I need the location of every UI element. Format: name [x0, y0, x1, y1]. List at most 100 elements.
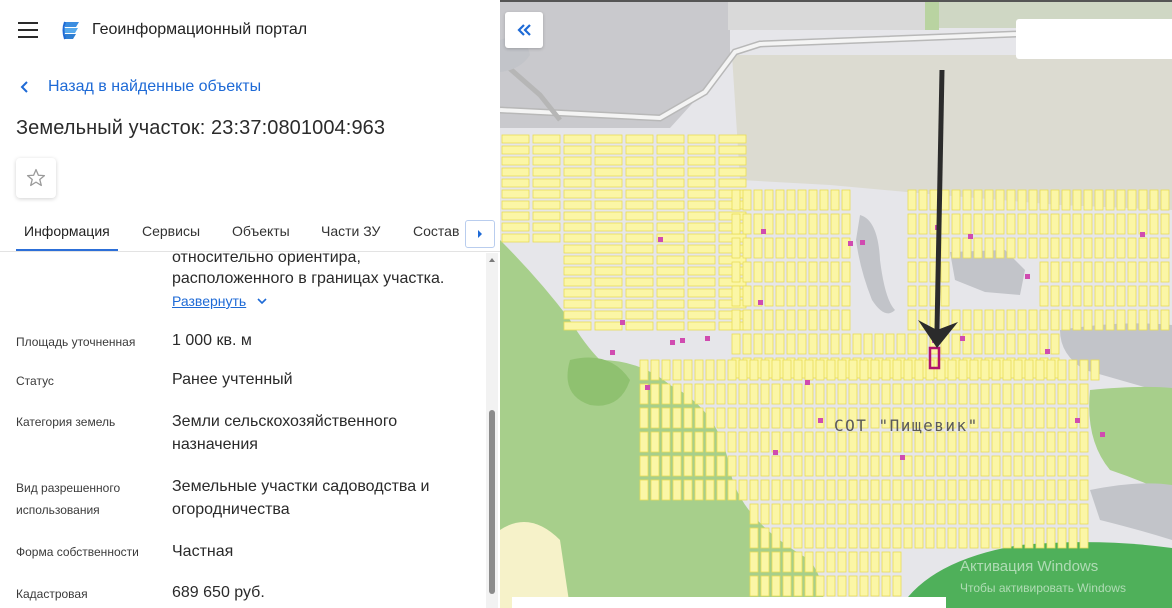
parcel-marker: [680, 338, 685, 343]
parcel: [1039, 309, 1049, 331]
tab-scroll-button[interactable]: [465, 220, 495, 248]
parcel: [962, 237, 972, 259]
parcel: [1105, 261, 1115, 283]
parcel: [742, 213, 752, 235]
parcel: [980, 383, 990, 405]
ownership-value: Частная: [172, 543, 234, 560]
parcel: [1050, 213, 1060, 235]
parcel: [815, 503, 825, 525]
parcel: [947, 527, 957, 549]
tab-information[interactable]: Информация: [24, 223, 110, 239]
parcel: [918, 261, 928, 283]
favorite-button[interactable]: [16, 158, 56, 198]
parcel: [1079, 455, 1089, 477]
parcel: [1002, 431, 1012, 453]
parcel: [716, 359, 726, 381]
parcel-marker: [1025, 274, 1030, 279]
back-link[interactable]: Назад в найденные объекты: [20, 76, 261, 98]
parcel: [947, 479, 957, 501]
cadastral-value: 689 650 руб.: [172, 584, 265, 601]
collapse-panel-button[interactable]: [505, 12, 543, 48]
map-canvas[interactable]: [500, 0, 1172, 608]
parcel: [594, 167, 623, 177]
parcel: [797, 261, 807, 283]
scrollbar-thumb[interactable]: [489, 410, 495, 594]
parcel: [760, 431, 770, 453]
parcel: [826, 503, 836, 525]
panel-scrollbar[interactable]: [486, 253, 498, 608]
parcel: [563, 310, 592, 320]
parcel: [771, 359, 781, 381]
area-value: 1 000 кв. м: [172, 332, 252, 349]
parcel-marker: [670, 340, 675, 345]
parcel: [625, 299, 654, 309]
land-category-label: Категория земель: [16, 415, 116, 429]
parcel: [1105, 309, 1115, 331]
status-label: Статус: [16, 374, 54, 388]
parcel: [1127, 213, 1137, 235]
parcel: [753, 189, 763, 211]
map-view[interactable]: СОТ "Пищевик" Активация Windows Чтобы ак…: [500, 0, 1172, 608]
parcel: [563, 299, 592, 309]
parcel: [804, 503, 814, 525]
parcel: [656, 167, 685, 177]
parcel: [936, 479, 946, 501]
parcel: [830, 333, 840, 355]
permitted-use-label-line2: использования: [16, 503, 100, 517]
parcel: [903, 455, 913, 477]
permitted-use-value-line1: Земельные участки садоводства и: [172, 478, 430, 495]
parcel: [1061, 261, 1071, 283]
tab-parts[interactable]: Части ЗУ: [321, 223, 380, 239]
parcel: [892, 431, 902, 453]
parcel: [1068, 503, 1078, 525]
parcel: [687, 277, 716, 287]
parcel: [694, 431, 704, 453]
parcel: [1046, 431, 1056, 453]
parcel: [563, 200, 592, 210]
parcel: [819, 333, 829, 355]
parcel: [991, 455, 1001, 477]
parcel: [1083, 285, 1093, 307]
parcel: [914, 431, 924, 453]
parcel: [951, 213, 961, 235]
back-link-label: Назад в найденные объекты: [48, 78, 262, 95]
parcel-marker: [900, 455, 905, 460]
parcel: [1050, 261, 1060, 283]
parcel: [786, 333, 796, 355]
parcel: [1013, 383, 1023, 405]
expand-link[interactable]: Развернуть: [172, 293, 268, 309]
tab-objects[interactable]: Объекты: [232, 223, 290, 239]
parcel: [749, 551, 759, 573]
parcel: [716, 455, 726, 477]
parcel: [656, 321, 685, 331]
parcel: [661, 407, 671, 429]
parcel: [1068, 479, 1078, 501]
parcel: [672, 359, 682, 381]
parcel: [749, 503, 759, 525]
double-chevron-left-icon: [517, 24, 531, 36]
parcel: [1035, 527, 1045, 549]
scroll-up-icon[interactable]: [488, 256, 496, 264]
parcel: [973, 213, 983, 235]
parcel: [683, 359, 693, 381]
parcel: [563, 167, 592, 177]
parcel: [859, 527, 869, 549]
parcel: [925, 479, 935, 501]
parcel: [995, 333, 1005, 355]
parcel: [848, 503, 858, 525]
map-bottom-panel[interactable]: [512, 597, 946, 608]
parcel: [841, 333, 851, 355]
tab-services[interactable]: Сервисы: [142, 223, 200, 239]
terrain-top: [728, 0, 930, 30]
tab-composition[interactable]: Состав: [413, 223, 459, 239]
parcel: [903, 431, 913, 453]
parcel-marker: [818, 418, 823, 423]
permitted-use-label-line1: Вид разрешенного: [16, 481, 121, 495]
menu-icon[interactable]: [18, 22, 38, 38]
map-search-input[interactable]: [1016, 19, 1172, 59]
parcel: [683, 479, 693, 501]
parcel: [815, 359, 825, 381]
parcel: [1039, 261, 1049, 283]
parcel: [1057, 359, 1067, 381]
parcel: [625, 288, 654, 298]
